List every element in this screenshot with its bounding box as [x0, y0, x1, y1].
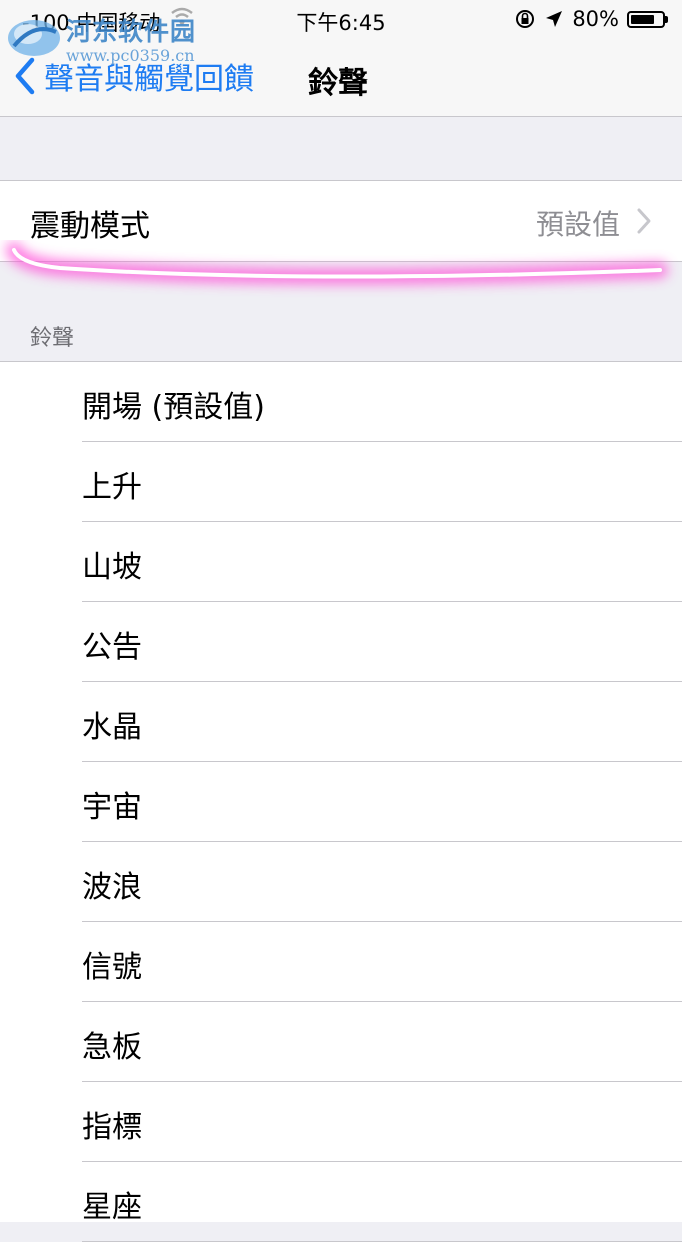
rotation-lock-icon: [516, 10, 535, 28]
status-right-group: 80%: [514, 7, 668, 31]
chevron-right-icon: [637, 208, 651, 234]
ringtone-label: 水晶: [82, 710, 142, 745]
ringtone-label: 上升: [82, 470, 142, 505]
ringtone-item[interactable]: 急板: [0, 1002, 682, 1082]
ringtone-label: 星座: [82, 1190, 142, 1225]
ringtones-section-header: 鈴聲: [30, 326, 75, 351]
battery-icon: [627, 10, 665, 28]
navigation-bar: 聲音與觸覺回饋 鈴聲: [0, 40, 682, 117]
ringtone-label: 急板: [82, 1030, 142, 1065]
status-bar: -100 中国移动 下午6:45 80%: [0, 0, 682, 40]
ringtone-label: 公告: [82, 630, 142, 665]
ringtone-item[interactable]: 信號: [0, 922, 682, 1002]
ringtone-label: 宇宙: [82, 790, 142, 825]
ringtone-item[interactable]: 波浪: [0, 842, 682, 922]
chevron-left-icon: [15, 57, 35, 95]
back-button[interactable]: 聲音與觸覺回饋: [14, 54, 254, 98]
ringtone-label: 指標: [82, 1110, 142, 1145]
ringtone-item[interactable]: 山坡: [0, 522, 682, 602]
vibration-label: 震動模式: [30, 209, 150, 244]
battery-percent: 80%: [572, 7, 619, 31]
ringtone-list: 開場 (預設值) 上升 山坡 公告 水晶 宇宙 波浪 信號 急板 指標 星座: [0, 361, 682, 1242]
ringtone-item[interactable]: 指標: [0, 1082, 682, 1162]
back-button-label: 聲音與觸覺回饋: [44, 62, 254, 97]
page-title: 鈴聲: [308, 66, 368, 101]
vibration-value: 預設值: [535, 208, 620, 241]
ringtone-item[interactable]: 上升: [0, 442, 682, 522]
ringtone-label: 信號: [82, 950, 142, 985]
ringtone-item[interactable]: 開場 (預設值): [0, 362, 682, 442]
ringtone-label: 波浪: [82, 870, 142, 905]
ringtone-label: 開場 (預設值): [82, 390, 265, 425]
ringtone-label: 山坡: [82, 550, 142, 585]
battery-fill: [631, 14, 655, 24]
ringtone-item[interactable]: 星座: [0, 1162, 682, 1242]
ringtone-item[interactable]: 公告: [0, 602, 682, 682]
ringtone-item[interactable]: 宇宙: [0, 762, 682, 842]
battery-tip: [665, 15, 668, 23]
ringtone-item[interactable]: 水晶: [0, 682, 682, 762]
vibration-row[interactable]: 震動模式 預設值: [0, 180, 682, 262]
location-arrow-icon: [546, 11, 563, 27]
